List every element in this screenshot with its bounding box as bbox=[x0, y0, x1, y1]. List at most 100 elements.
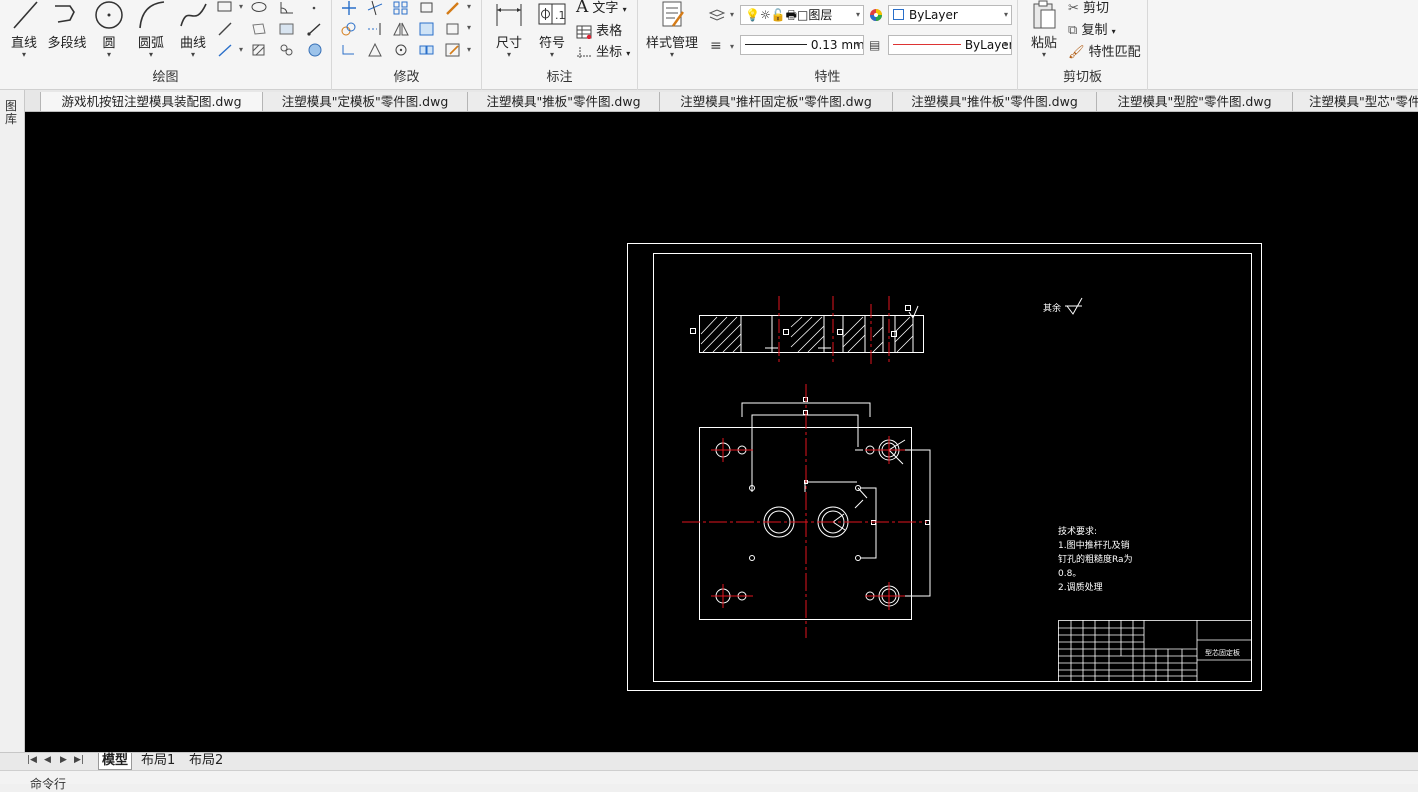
xline-icon[interactable] bbox=[216, 42, 234, 58]
chevron-down-icon: ▾ bbox=[1003, 40, 1008, 49]
polyline-label: 多段线 bbox=[47, 36, 87, 51]
layer-properties-icon[interactable] bbox=[708, 7, 726, 23]
table-icon bbox=[576, 25, 592, 39]
join-icon[interactable] bbox=[418, 42, 436, 58]
next-tab-icon[interactable]: ▶ bbox=[60, 755, 67, 765]
linetype-combo[interactable]: ByLayer ▾ bbox=[888, 35, 1012, 55]
copy-icon: ⧉ bbox=[1068, 23, 1078, 38]
first-tab-icon[interactable]: |◀ bbox=[27, 755, 37, 765]
center-lines bbox=[682, 296, 927, 638]
symbol-button[interactable]: .1 符号 ▾ bbox=[534, 0, 570, 59]
fillet-icon[interactable] bbox=[340, 42, 358, 58]
line-button[interactable]: 直线 ▾ bbox=[6, 0, 42, 59]
table-button[interactable]: 表格 bbox=[576, 20, 622, 39]
rotate-icon[interactable] bbox=[392, 42, 410, 58]
lineweight-icon[interactable]: ≡ bbox=[710, 38, 722, 54]
tolerance-symbol-icon: .1 bbox=[538, 3, 566, 25]
hatch-icon[interactable] bbox=[250, 42, 268, 58]
chevron-down-icon: ▾ bbox=[855, 10, 860, 19]
chevron-down-icon: ▾ bbox=[669, 50, 674, 59]
ray-icon[interactable] bbox=[306, 21, 324, 37]
arc-button[interactable]: 圆弧 ▾ bbox=[132, 0, 170, 59]
rectangle-icon[interactable] bbox=[216, 0, 234, 16]
style-manager-label: 样式管理 bbox=[645, 36, 698, 51]
layer-combo[interactable]: 💡☼🔓🖶□图层 ▾ bbox=[740, 5, 864, 25]
point-icon[interactable] bbox=[306, 0, 324, 16]
file-tab[interactable]: 注塑模具"推杆固定板"零件图.dwg bbox=[659, 92, 892, 111]
cut-button[interactable]: ✂ 剪切 bbox=[1068, 0, 1109, 16]
polyline-button[interactable]: 多段线 bbox=[44, 0, 90, 51]
curve-button[interactable]: 曲线 ▾ bbox=[174, 0, 212, 59]
text-button[interactable]: A 文字 ▾ bbox=[576, 0, 627, 17]
coordinate-button[interactable]: 坐标 ▾ bbox=[576, 41, 630, 60]
file-tab-bar: 游戏机按钮注塑模具装配图.dwg 注塑模具"定模板"零件图.dwg 注塑模具"推… bbox=[0, 90, 1418, 112]
lineweight-combo[interactable]: 0.13 mm ▾ bbox=[740, 35, 864, 55]
text-icon: A bbox=[576, 0, 589, 17]
copy-button[interactable]: ⧉ 复制 ▾ bbox=[1068, 19, 1116, 38]
wipeout-icon[interactable] bbox=[278, 21, 296, 37]
linetype-icon[interactable]: ▤ bbox=[869, 38, 880, 52]
chevron-down-icon[interactable]: ▾ bbox=[730, 42, 734, 51]
file-tab[interactable]: 注塑模具"型芯"零件图.dwg bbox=[1292, 92, 1418, 111]
move-icon[interactable] bbox=[340, 0, 358, 16]
scale-icon[interactable] bbox=[418, 21, 436, 37]
edit-pencil-icon[interactable] bbox=[444, 0, 462, 16]
properties-edit-icon[interactable] bbox=[444, 42, 462, 58]
chevron-down-icon: ▾ bbox=[1003, 10, 1008, 19]
prev-tab-icon[interactable]: ◀ bbox=[44, 755, 51, 765]
layout-tab-2[interactable]: 布局2 bbox=[189, 753, 223, 770]
region-icon[interactable] bbox=[250, 21, 268, 37]
modify-panel: ▾ ▾ ▾ 修改 bbox=[332, 0, 482, 90]
file-tab[interactable]: 注塑模具"推件板"零件图.dwg bbox=[892, 92, 1096, 111]
angle-icon[interactable] bbox=[278, 0, 296, 16]
chevron-down-icon[interactable]: ▾ bbox=[467, 2, 471, 11]
file-tab[interactable]: 注塑模具"型腔"零件图.dwg bbox=[1096, 92, 1292, 111]
copy-object-icon[interactable] bbox=[340, 21, 358, 37]
sun-icon: ☼ bbox=[759, 8, 771, 22]
file-tab[interactable]: 注塑模具"推板"零件图.dwg bbox=[467, 92, 659, 111]
trim-icon[interactable] bbox=[366, 0, 384, 16]
chevron-down-icon[interactable]: ▾ bbox=[730, 10, 734, 19]
color-swatch-icon: □ bbox=[797, 8, 809, 22]
chevron-down-icon: ▾ bbox=[21, 50, 26, 59]
last-tab-icon[interactable]: ▶| bbox=[74, 755, 84, 765]
cut-label: 剪切 bbox=[1083, 1, 1110, 16]
layout-tab-1[interactable]: 布局1 bbox=[141, 753, 175, 770]
chevron-down-icon: ▾ bbox=[106, 50, 111, 59]
chevron-down-icon[interactable]: ▾ bbox=[467, 45, 471, 54]
circle-button[interactable]: 圆 ▾ bbox=[92, 0, 126, 59]
style-manager-icon bbox=[662, 1, 684, 27]
command-line[interactable]: 命令行 bbox=[0, 770, 1418, 791]
explode-icon[interactable] bbox=[444, 21, 462, 37]
circle-label: 圆 bbox=[102, 36, 116, 51]
lightbulb-icon: 💡 bbox=[745, 8, 760, 22]
line-label: 直线 bbox=[10, 36, 37, 51]
style-manager-button[interactable]: 样式管理 ▾ bbox=[644, 0, 700, 59]
side-palette-strip: 图库 bbox=[0, 90, 25, 752]
extend-icon[interactable] bbox=[366, 21, 384, 37]
chevron-down-icon[interactable]: ▾ bbox=[467, 23, 471, 32]
file-tab[interactable]: 游戏机按钮注塑模具装配图.dwg bbox=[40, 92, 262, 111]
gradient-icon[interactable] bbox=[306, 42, 324, 58]
polyline-icon bbox=[55, 5, 75, 23]
boundary-icon[interactable] bbox=[278, 42, 296, 58]
stretch-icon[interactable] bbox=[418, 0, 436, 16]
layout-tab-model[interactable]: 模型 bbox=[98, 753, 133, 770]
color-wheel-icon[interactable] bbox=[867, 7, 885, 23]
annotate-panel: 尺寸 ▾ .1 符号 ▾ A 文字 ▾ 表格 坐标 ▾ 标注 bbox=[482, 0, 638, 90]
drawing-canvas[interactable]: 其余 技术要求: 1.图中推杆孔及销 钉孔的粗糙度Ra为 0.8。 2.调质处理… bbox=[25, 112, 1418, 752]
match-properties-button[interactable]: 🖌 特性匹配 bbox=[1068, 41, 1141, 60]
offset-icon[interactable] bbox=[366, 42, 384, 58]
chevron-down-icon[interactable]: ▾ bbox=[239, 2, 243, 11]
library-palette-label[interactable]: 图库 bbox=[5, 100, 19, 126]
ellipse-icon[interactable] bbox=[250, 0, 268, 16]
color-combo[interactable]: ByLayer ▾ bbox=[888, 5, 1012, 25]
dimension-button[interactable]: 尺寸 ▾ bbox=[490, 0, 528, 59]
file-tab[interactable]: 注塑模具"定模板"零件图.dwg bbox=[262, 92, 467, 111]
array-icon[interactable] bbox=[392, 0, 410, 16]
tech-req-line: 钉孔的粗糙度Ra为 bbox=[1058, 553, 1133, 565]
chevron-down-icon[interactable]: ▾ bbox=[239, 45, 243, 54]
mirror-icon[interactable] bbox=[392, 21, 410, 37]
paste-button[interactable]: 粘贴 ▾ bbox=[1026, 0, 1062, 59]
construction-line-icon[interactable] bbox=[216, 21, 234, 37]
